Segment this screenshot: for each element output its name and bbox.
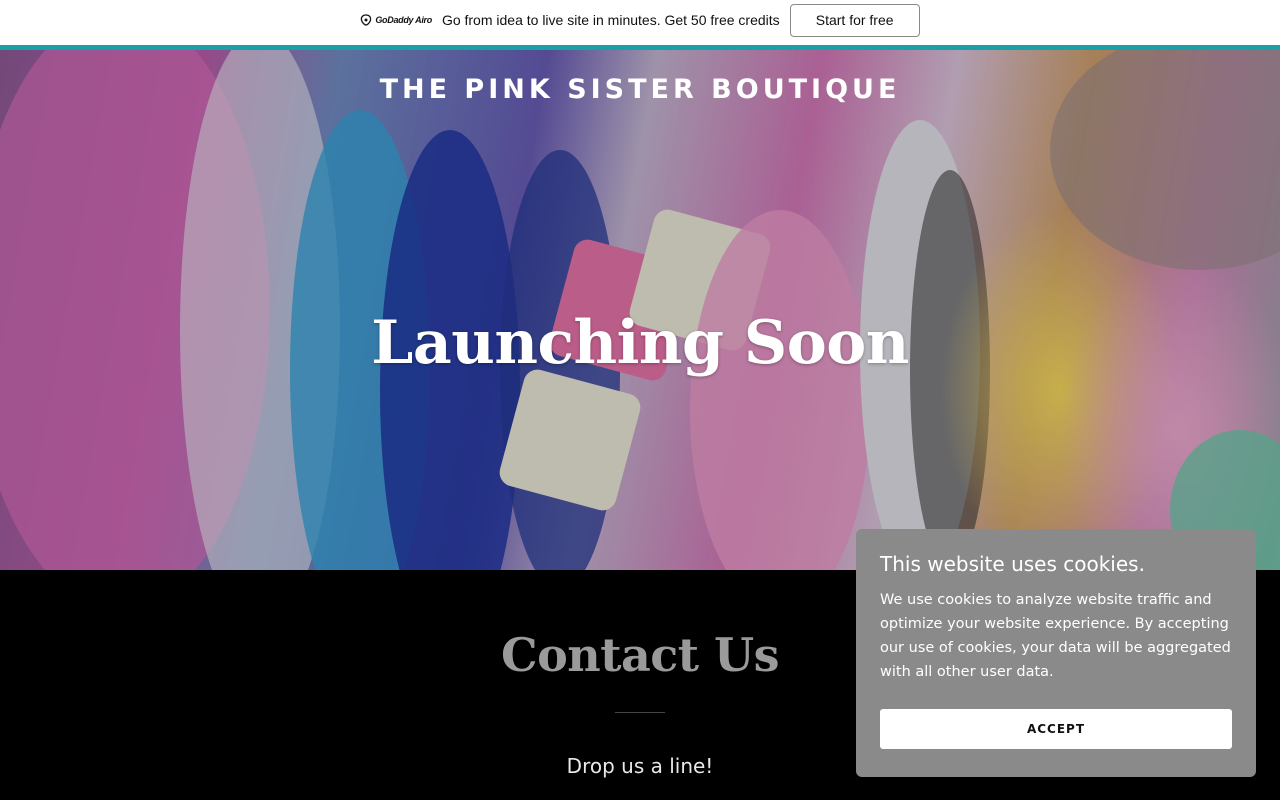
contact-divider (615, 712, 665, 713)
godaddy-logo[interactable]: GoDaddy Airo (360, 14, 432, 26)
cookie-title: This website uses cookies. (880, 552, 1145, 576)
cookie-banner: This website uses cookies. We use cookie… (856, 529, 1256, 777)
start-for-free-button[interactable]: Start for free (789, 3, 920, 37)
cookie-text: We use cookies to analyze website traffi… (880, 592, 1231, 680)
promo-banner: GoDaddy Airo Go from idea to live site i… (0, 0, 1280, 50)
godaddy-logo-text: GoDaddy Airo (375, 15, 432, 25)
hero-section: THE PINK SISTER BOUTIQUE Launching Soon (0, 50, 1280, 570)
promo-message: Go from idea to live site in minutes. Ge… (441, 12, 780, 28)
accept-cookies-button[interactable]: ACCEPT (880, 709, 1232, 749)
hero-heading: Launching Soon (371, 308, 909, 378)
site-title[interactable]: THE PINK SISTER BOUTIQUE (0, 74, 1280, 105)
godaddy-logo-icon (361, 14, 372, 26)
